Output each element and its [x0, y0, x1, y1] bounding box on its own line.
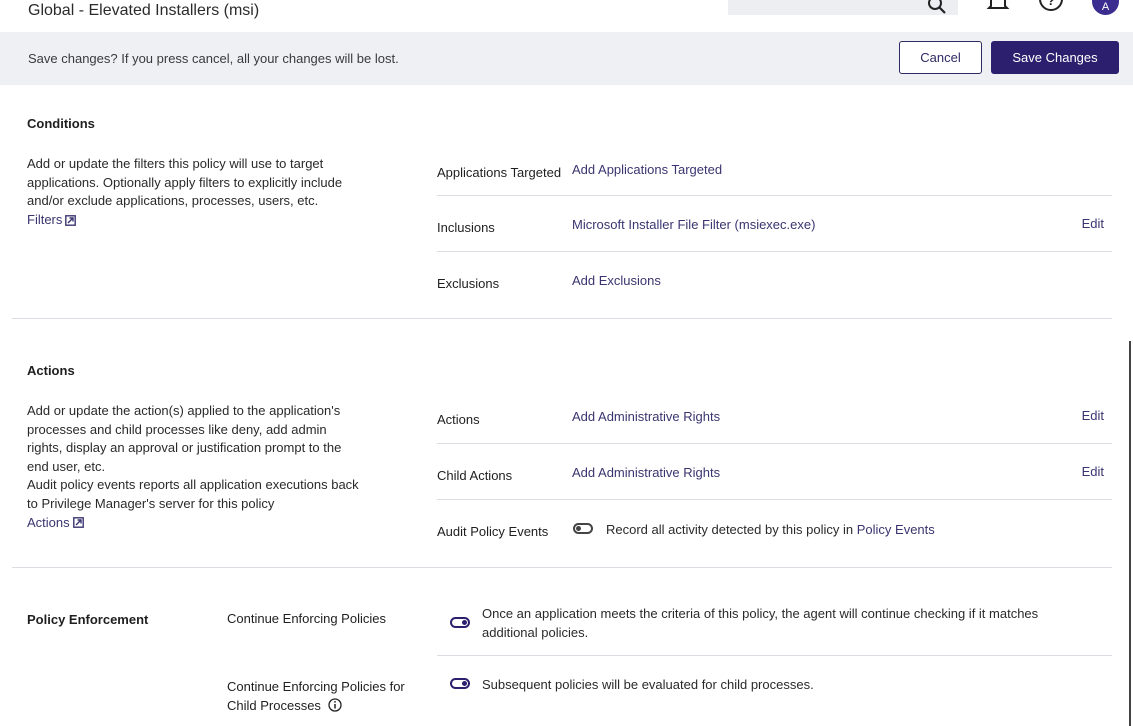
child-actions-value-link[interactable]: Add Administrative Rights [572, 465, 720, 480]
divider [437, 195, 1112, 196]
external-link-icon [65, 214, 77, 226]
help-icon[interactable]: ? [1038, 0, 1064, 12]
child-actions-label: Child Actions [437, 468, 513, 483]
conditions-title: Conditions [27, 116, 95, 131]
continue-enforcing-child-description: Subsequent policies will be evaluated fo… [482, 677, 814, 692]
continue-enforcing-child-label: Continue Enforcing Policies for Child Pr… [227, 678, 427, 715]
actions-value-link[interactable]: Add Administrative Rights [572, 409, 720, 424]
actions-row-label: Actions [437, 412, 480, 427]
actions-title: Actions [27, 363, 75, 378]
filters-link[interactable]: Filters [27, 211, 77, 230]
continue-enforcing-child-label-text: Continue Enforcing Policies for Child Pr… [227, 679, 405, 713]
audit-policy-events-label: Audit Policy Events [437, 524, 549, 539]
audit-policy-events-text-prefix: Record all activity detected by this pol… [606, 522, 857, 537]
continue-enforcing-label: Continue Enforcing Policies [227, 611, 386, 626]
section-divider [12, 567, 1112, 568]
continue-enforcing-toggle[interactable] [450, 617, 470, 628]
policy-events-link[interactable]: Policy Events [857, 522, 935, 537]
save-changes-message: Save changes? If you press cancel, all y… [28, 51, 399, 66]
applications-targeted-label: Applications Targeted [437, 165, 562, 180]
audit-policy-events-toggle[interactable] [573, 523, 593, 534]
child-actions-edit-link[interactable]: Edit [1082, 464, 1104, 479]
actions-edit-link[interactable]: Edit [1082, 408, 1104, 423]
conditions-description-text: Add or update the filters this policy wi… [27, 156, 343, 209]
continue-enforcing-child-toggle[interactable] [450, 678, 470, 689]
continue-enforcing-description: Once an application meets the criteria o… [482, 606, 1039, 640]
page-title: Global - Elevated Installers (msi) [28, 2, 260, 19]
avatar[interactable]: A [1092, 0, 1119, 15]
inclusions-edit-link[interactable]: Edit [1082, 216, 1104, 231]
external-link-icon [72, 517, 84, 529]
divider [437, 655, 1112, 656]
actions-description-audit-text: Audit policy events reports all applicat… [27, 477, 359, 511]
section-divider [12, 318, 1112, 319]
divider [437, 251, 1112, 252]
save-changes-bar: Save changes? If you press cancel, all y… [0, 32, 1133, 85]
divider [437, 443, 1112, 444]
save-changes-button[interactable]: Save Changes [991, 41, 1119, 74]
audit-policy-events-text: Record all activity detected by this pol… [606, 522, 935, 537]
add-applications-targeted-link[interactable]: Add Applications Targeted [572, 162, 722, 177]
actions-description-text: Add or update the action(s) applied to t… [27, 403, 342, 474]
filters-link-label: Filters [27, 211, 63, 227]
add-exclusions-link[interactable]: Add Exclusions [572, 273, 661, 288]
actions-link[interactable]: Actions [27, 514, 84, 533]
cancel-button[interactable]: Cancel [899, 41, 982, 74]
actions-link-label: Actions [27, 514, 70, 530]
info-icon[interactable] [327, 697, 342, 712]
search-input[interactable] [728, 0, 958, 15]
svg-text:?: ? [1047, 0, 1055, 8]
exclusions-label: Exclusions [437, 276, 500, 291]
policy-enforcement-title: Policy Enforcement [27, 612, 149, 627]
inclusions-label: Inclusions [437, 220, 495, 235]
divider [437, 499, 1112, 500]
conditions-description: Add or update the filters this policy wi… [27, 155, 362, 229]
top-header: Global - Elevated Installers (msi) ? A [0, 0, 1133, 32]
scrollbar[interactable] [1129, 341, 1131, 726]
actions-description: Add or update the action(s) applied to t… [27, 402, 362, 532]
bell-icon[interactable] [986, 0, 1010, 12]
search-icon[interactable] [926, 0, 948, 16]
inclusions-value-link[interactable]: Microsoft Installer File Filter (msiexec… [572, 217, 815, 232]
